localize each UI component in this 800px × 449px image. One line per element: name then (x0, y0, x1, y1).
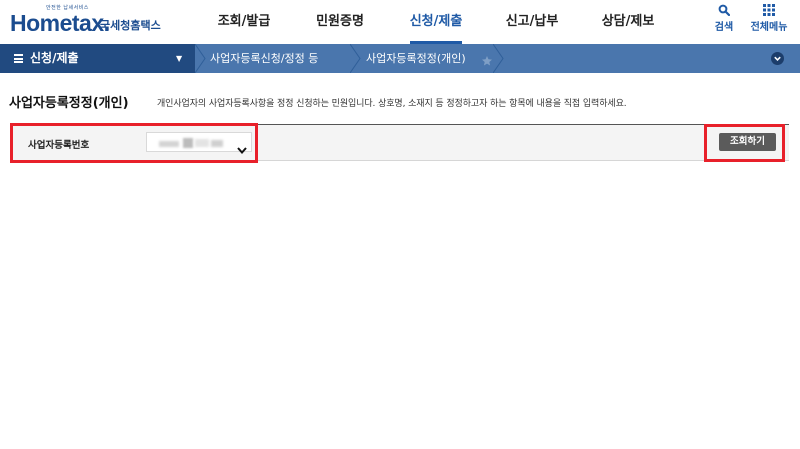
search-icon (702, 4, 746, 16)
search-submit-button[interactable]: 조회하기 (719, 133, 776, 151)
all-menu-label: 전체메뉴 (750, 22, 788, 33)
search-form: 사업자등록번호 (12, 124, 789, 161)
main-menu: 조회/발급 민원증명 신청/제출 신고/납부 상담/제보 (196, 0, 676, 44)
page-title: 사업자등록정정(개인) (9, 96, 129, 111)
business-number-label: 사업자등록번호 (28, 140, 90, 151)
redacted-business-number (159, 138, 227, 148)
search-label: 검색 (714, 22, 734, 33)
location-bar: 신청/제출 ▼ 사업자등록신청/정정 등 사업자등록정정(개인) (0, 44, 800, 73)
chevron-down-icon (237, 139, 247, 158)
menu-item-inquiry[interactable]: 조회/발급 (196, 0, 292, 44)
menu-item-filing[interactable]: 신고/납부 (484, 0, 580, 44)
logo-wordmark: Hometax. (10, 10, 110, 36)
menu-item-application[interactable]: 신청/제출 (388, 0, 484, 44)
all-menu-button[interactable]: 전체메뉴 (744, 4, 794, 33)
header: 안전한 납세서비스 Hometax. 국세청홈택스 조회/발급 민원증명 신청/… (0, 0, 800, 44)
caret-down-icon: ▼ (176, 54, 183, 63)
grid-menu-icon (744, 4, 794, 16)
menu-item-consulting[interactable]: 상담/제보 (580, 0, 676, 44)
menu-item-certificate[interactable]: 민원증명 (292, 0, 388, 44)
page-description: 개인사업자의 사업자등록사항을 정정 신청하는 민원입니다. 상호명, 소재지 … (157, 99, 627, 109)
hometax-logo[interactable]: 안전한 납세서비스 Hometax. 국세청홈택스 (10, 4, 170, 40)
current-menu-label: 신청/제출 (30, 51, 79, 65)
business-number-select[interactable] (146, 132, 252, 155)
current-menu-dropdown[interactable]: 신청/제출 ▼ (0, 44, 195, 73)
hamburger-icon (14, 54, 23, 63)
search-button[interactable]: 검색 (702, 4, 746, 33)
logo-subtitle: 국세청홈택스 (100, 19, 161, 32)
star-icon[interactable] (481, 52, 493, 71)
breadcrumb-separator-icon (493, 44, 504, 73)
breadcrumb-item-registration[interactable]: 사업자등록신청/정정 등 (210, 44, 318, 73)
breadcrumb-separator-icon (195, 44, 206, 73)
breadcrumb-separator-icon (350, 44, 361, 73)
breadcrumb-item-current[interactable]: 사업자등록정정(개인) (366, 44, 466, 73)
chevron-down-icon[interactable] (771, 52, 784, 65)
